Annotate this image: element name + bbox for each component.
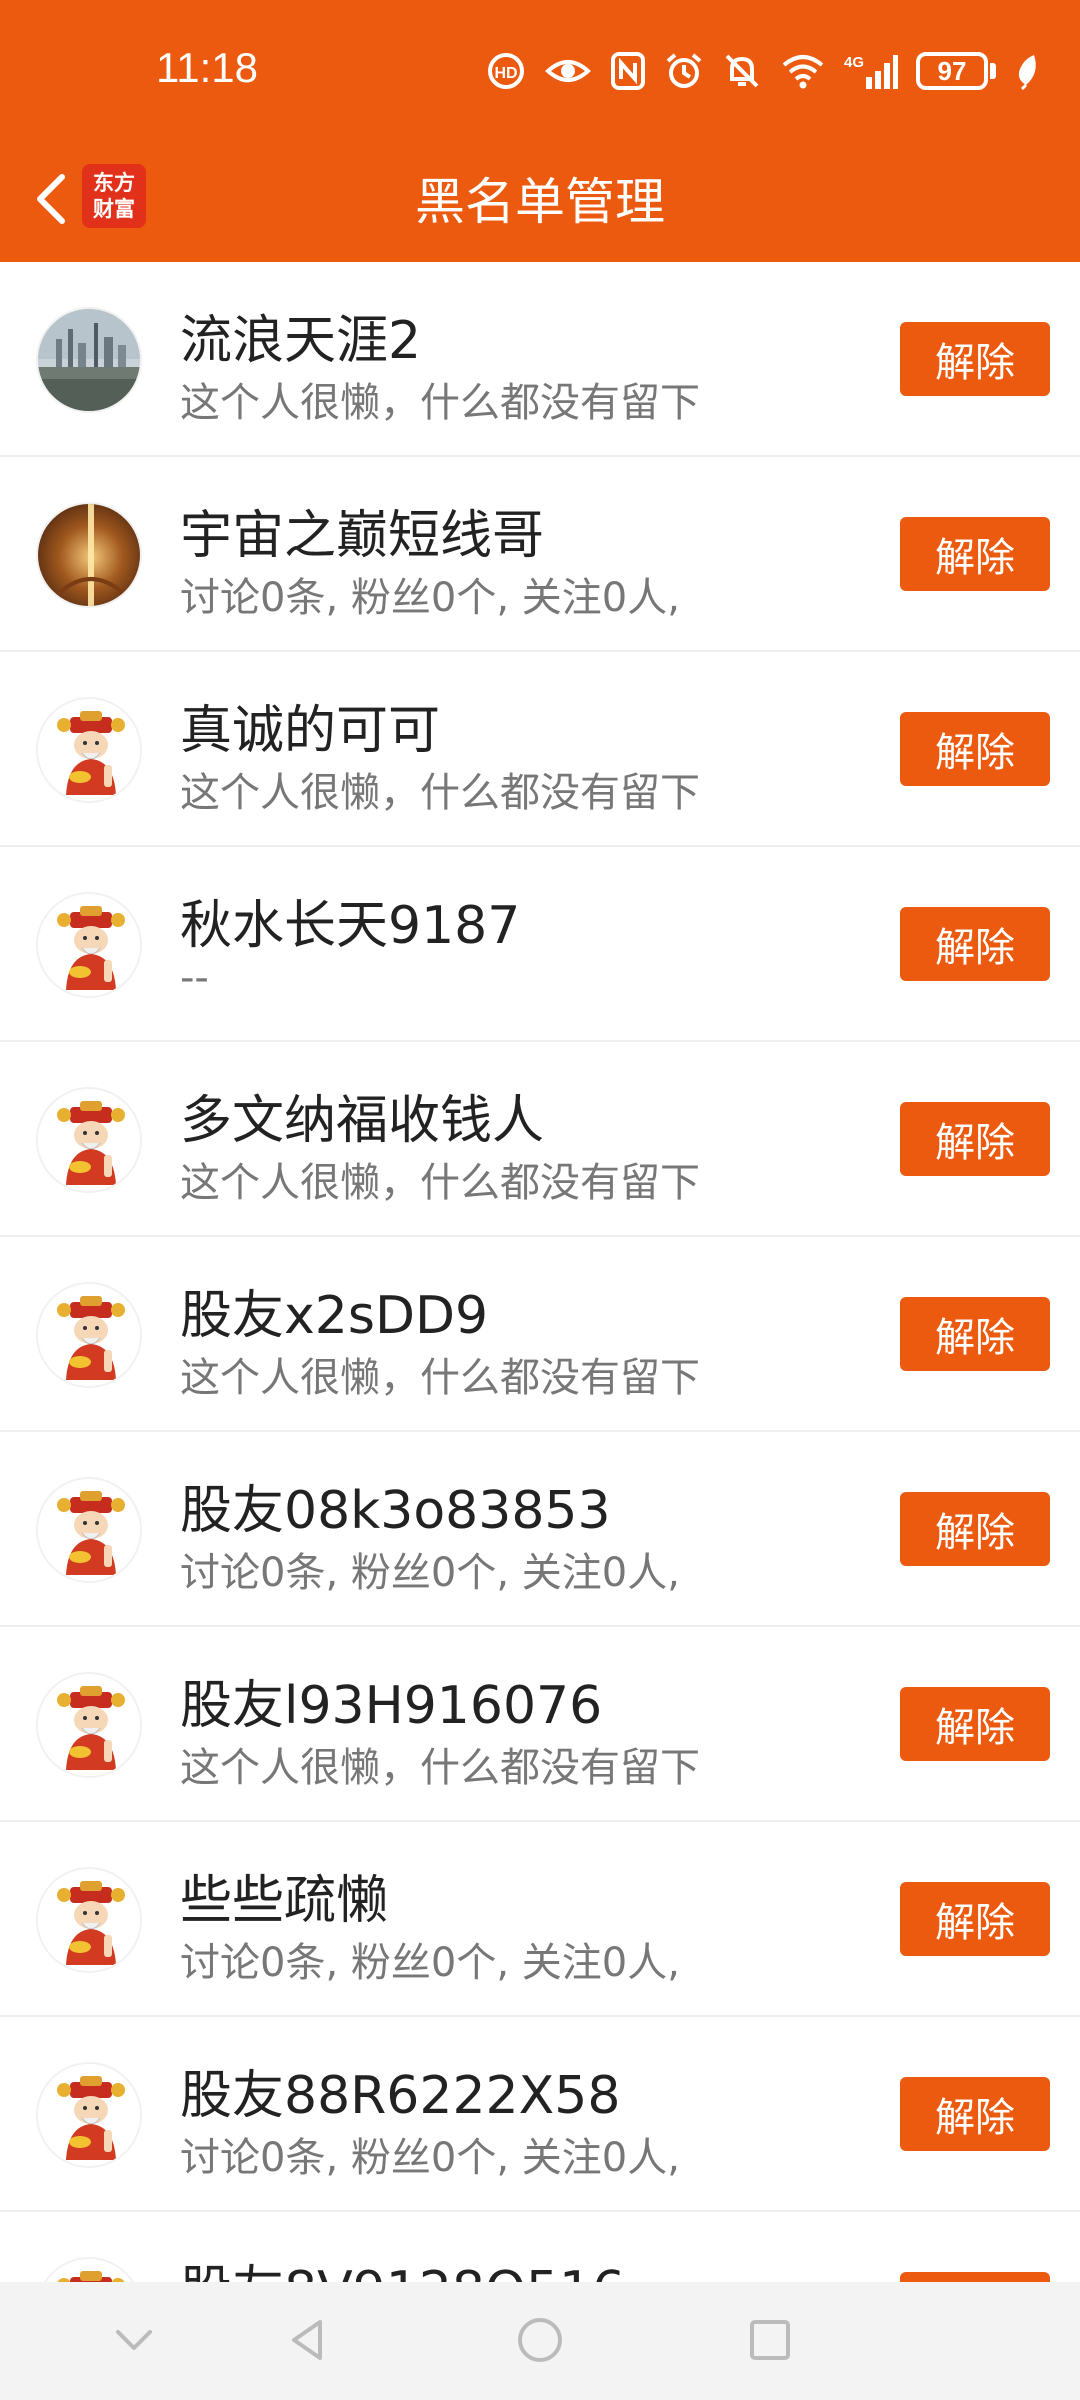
avatar[interactable] xyxy=(36,1282,142,1388)
avatar[interactable] xyxy=(36,2257,142,2282)
user-name: 真诚的可可 xyxy=(180,701,441,761)
remove-button[interactable]: 解除 xyxy=(900,2272,1050,2282)
user-description: 讨论0条, 粉丝0个, 关注0人, xyxy=(180,1940,680,1986)
list-item[interactable]: 股友88R6222X58 讨论0条, 粉丝0个, 关注0人, 解除 xyxy=(0,2017,1080,2212)
4g-signal-icon: 4G xyxy=(844,54,898,89)
status-bar: 11:18 HD 4G 97 xyxy=(0,0,1080,140)
svg-text:4G: 4G xyxy=(844,54,864,71)
avatar[interactable] xyxy=(36,502,142,608)
battery-icon: 97 xyxy=(916,52,996,90)
user-name: 些些疏懒 xyxy=(180,1871,389,1931)
list-item[interactable]: 宇宙之巅短线哥讨论0条, 粉丝0个, 关注0人, 解除 xyxy=(0,457,1080,652)
collapse-icon[interactable] xyxy=(104,2310,164,2370)
status-icons: HD 4G 97 xyxy=(486,48,1040,94)
hd-icon: HD xyxy=(488,53,524,89)
list-item[interactable]: 股友l93H916076 这个人很懒，什么都没有留下 解除 xyxy=(0,1627,1080,1822)
avatar[interactable] xyxy=(36,1087,142,1193)
avatar[interactable] xyxy=(36,2062,142,2168)
user-name: 流浪天涯2 xyxy=(180,311,422,371)
wifi-icon xyxy=(782,55,824,89)
remove-button[interactable]: 解除 xyxy=(900,2077,1050,2151)
user-description: 这个人很懒，什么都没有留下 xyxy=(180,1745,700,1791)
user-description: 讨论0条, 粉丝0个, 关注0人, xyxy=(180,1550,680,1596)
page-title: 黑名单管理 xyxy=(415,173,665,231)
leaf-icon xyxy=(1018,55,1036,91)
list-item[interactable]: 秋水长天9187 -- 解除 xyxy=(0,847,1080,1042)
svg-text:HD: HD xyxy=(494,65,517,82)
remove-button[interactable]: 解除 xyxy=(900,1102,1050,1176)
recents-square-icon[interactable] xyxy=(740,2310,800,2370)
user-description: 讨论0条, 粉丝0个, 关注0人, xyxy=(180,575,680,621)
remove-button[interactable]: 解除 xyxy=(900,712,1050,786)
user-name: 宇宙之巅短线哥 xyxy=(180,506,545,566)
user-name: 股友8V9128Q516 xyxy=(180,2248,625,2282)
header-bar: 11:18 HD 4G 97 东方 财富 黑名单管理 xyxy=(0,0,1080,262)
remove-button[interactable]: 解除 xyxy=(900,907,1050,981)
avatar[interactable] xyxy=(36,1477,142,1583)
user-description: 这个人很懒，什么都没有留下 xyxy=(180,1355,700,1401)
user-name: 股友l93H916076 xyxy=(180,1676,603,1736)
home-circle-icon[interactable] xyxy=(510,2310,570,2370)
nav-header: 东方 财富 黑名单管理 xyxy=(0,140,1080,262)
avatar[interactable] xyxy=(36,307,142,413)
remove-button[interactable]: 解除 xyxy=(900,1492,1050,1566)
user-name: 秋水长天9187 xyxy=(180,896,521,956)
avatar[interactable] xyxy=(36,1672,142,1778)
list-item[interactable]: 真诚的可可这个人很懒，什么都没有留下 解除 xyxy=(0,652,1080,847)
list-item[interactable]: 股友8V9128Q516 解除 xyxy=(0,2212,1080,2282)
remove-button[interactable]: 解除 xyxy=(900,517,1050,591)
list-item[interactable]: 股友x2sDD9 这个人很懒，什么都没有留下 解除 xyxy=(0,1237,1080,1432)
user-name: 股友88R6222X58 xyxy=(180,2066,621,2126)
status-time: 11:18 xyxy=(156,44,258,91)
list-item[interactable]: 流浪天涯2 这个人很懒，什么都没有留下 解除 xyxy=(0,262,1080,457)
user-description: 这个人很懒，什么都没有留下 xyxy=(180,380,700,426)
avatar[interactable] xyxy=(36,697,142,803)
eye-icon xyxy=(545,60,591,82)
mute-icon xyxy=(725,54,759,88)
battery-level: 97 xyxy=(916,52,988,90)
user-description: 讨论0条, 粉丝0个, 关注0人, xyxy=(180,2135,680,2181)
list-item[interactable]: 股友08k3o83853 讨论0条, 粉丝0个, 关注0人, 解除 xyxy=(0,1432,1080,1627)
system-nav-bar xyxy=(0,2282,1080,2400)
nfc-icon xyxy=(611,52,645,90)
remove-button[interactable]: 解除 xyxy=(900,322,1050,396)
remove-button[interactable]: 解除 xyxy=(900,1687,1050,1761)
avatar[interactable] xyxy=(36,892,142,998)
avatar[interactable] xyxy=(36,1867,142,1973)
list-item[interactable]: 多文纳福收钱人这个人很懒，什么都没有留下 解除 xyxy=(0,1042,1080,1237)
back-triangle-icon[interactable] xyxy=(278,2310,338,2370)
user-description: 这个人很懒，什么都没有留下 xyxy=(180,770,700,816)
user-name: 股友08k3o83853 xyxy=(180,1481,611,1541)
list-item[interactable]: 些些疏懒讨论0条, 粉丝0个, 关注0人, 解除 xyxy=(0,1822,1080,2017)
user-description: -- xyxy=(180,955,209,1001)
remove-button[interactable]: 解除 xyxy=(900,1297,1050,1371)
user-description: 这个人很懒，什么都没有留下 xyxy=(180,1160,700,1206)
blacklist-list: 流浪天涯2 这个人很懒，什么都没有留下 解除 宇宙之巅短线哥 讨论0条, 粉丝0个, 关… xyxy=(0,262,1080,2282)
user-name: 股友x2sDD9 xyxy=(180,1286,489,1346)
alarm-icon xyxy=(666,53,702,88)
user-name: 多文纳福收钱人 xyxy=(180,1091,545,1151)
remove-button[interactable]: 解除 xyxy=(900,1882,1050,1956)
